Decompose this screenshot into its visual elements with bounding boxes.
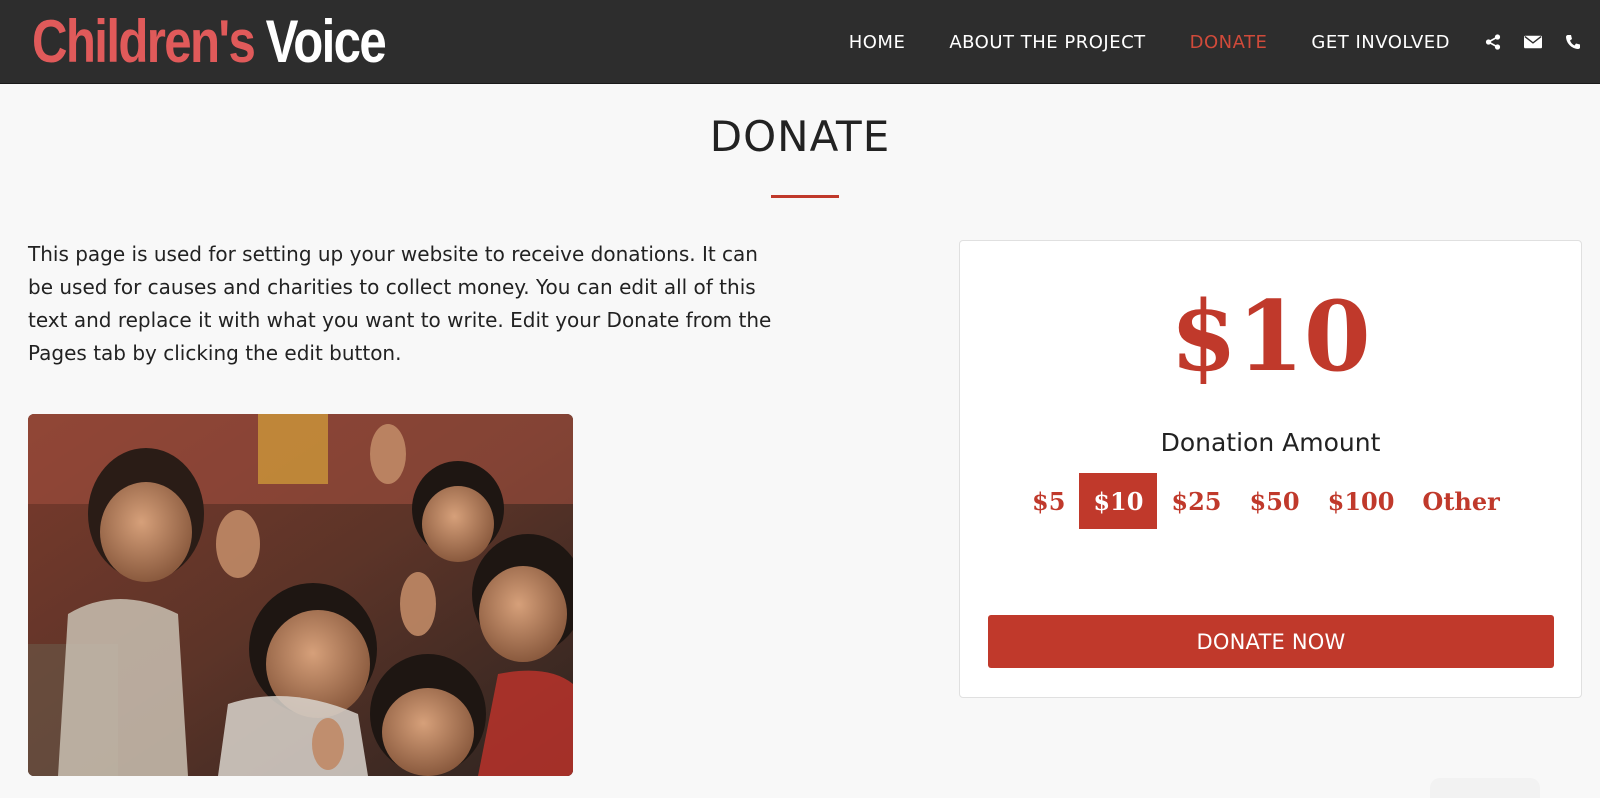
amount-option-10[interactable]: $10 xyxy=(1079,473,1157,529)
main-nav: HOME ABOUT THE PROJECT DONATE GET INVOLV… xyxy=(805,0,1582,84)
site-header: Children's Voice HOME ABOUT THE PROJECT … xyxy=(0,0,1600,84)
selected-amount-display: $10 xyxy=(959,280,1582,393)
amount-option-50[interactable]: $50 xyxy=(1236,473,1314,529)
donation-amount-label: Donation Amount xyxy=(959,428,1582,457)
title-divider xyxy=(771,195,839,198)
share-icon[interactable] xyxy=(1484,33,1502,51)
nav-icons xyxy=(1484,33,1582,51)
decorative-shape xyxy=(1430,778,1540,798)
nav-donate[interactable]: DONATE xyxy=(1190,32,1268,53)
amount-option-25[interactable]: $25 xyxy=(1157,473,1235,529)
phone-icon[interactable] xyxy=(1564,33,1582,51)
nav-get-involved[interactable]: GET INVOLVED xyxy=(1311,32,1450,53)
logo-text-part2: Voice xyxy=(266,7,385,76)
envelope-icon[interactable] xyxy=(1524,33,1542,51)
amount-option-other[interactable]: Other xyxy=(1408,473,1513,529)
nav-home[interactable]: HOME xyxy=(849,32,906,53)
nav-about-the-project[interactable]: ABOUT THE PROJECT xyxy=(949,32,1145,53)
intro-text: This page is used for setting up your we… xyxy=(28,238,788,370)
logo-text-part1: Children's xyxy=(32,7,254,76)
page-title: DONATE xyxy=(0,112,1600,161)
amount-option-100[interactable]: $100 xyxy=(1314,473,1409,529)
amount-option-5[interactable]: $5 xyxy=(1018,473,1079,529)
amount-options: $5 $10 $25 $50 $100 Other xyxy=(1018,473,1514,529)
donate-now-button[interactable]: DONATE NOW xyxy=(988,615,1554,668)
children-photo xyxy=(28,414,573,776)
site-logo[interactable]: Children's Voice xyxy=(32,10,385,72)
